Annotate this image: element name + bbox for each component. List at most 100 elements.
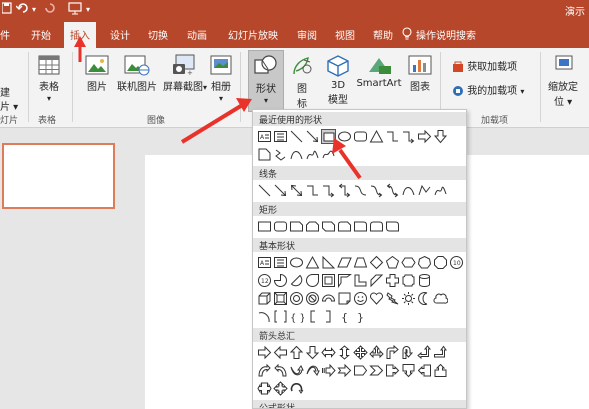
smiley-face-shape[interactable] — [353, 291, 368, 306]
photo-album-button[interactable]: 相册 ▾ — [208, 54, 234, 104]
up-arrow-shape[interactable] — [289, 345, 304, 360]
new-slide-dropdown[interactable]: 片 ▾ — [0, 98, 18, 113]
no-symbol-shape[interactable] — [305, 291, 320, 306]
donut-shape[interactable] — [289, 291, 304, 306]
decagon-shape[interactable]: 10 — [449, 255, 464, 270]
trapezoid-shape[interactable] — [353, 255, 368, 270]
tab-slideshow[interactable]: 幻灯片放映 — [228, 27, 278, 42]
tab-home[interactable]: 开始 — [31, 27, 51, 42]
quad-arrow-shape[interactable] — [353, 345, 368, 360]
textbox-shape[interactable]: A — [257, 255, 272, 270]
left-right-arrow-shape[interactable] — [321, 345, 336, 360]
smartart-button[interactable]: SmartArt — [356, 54, 402, 89]
folded-corner-shape[interactable] — [337, 291, 352, 306]
freeform-shape[interactable] — [417, 183, 432, 198]
my-addins-button[interactable]: 我的加载项 ▾ — [452, 82, 524, 97]
elbow-arrow-connector-shape[interactable] — [401, 129, 416, 144]
tab-animations[interactable]: 动画 — [187, 27, 207, 42]
shapes-button[interactable]: 形状 ▾ — [250, 54, 282, 106]
cross-shape[interactable] — [385, 273, 400, 288]
elbow-double-arrow-shape[interactable] — [337, 183, 352, 198]
oval-shape[interactable] — [289, 255, 304, 270]
table-button[interactable]: 表格 ▾ — [36, 54, 62, 104]
oval-shape[interactable] — [337, 129, 352, 144]
arrow-line-shape[interactable] — [273, 183, 288, 198]
vertical-textbox-shape[interactable] — [273, 129, 288, 144]
new-slide-button[interactable]: 建 — [0, 84, 10, 99]
cloud-shape[interactable] — [433, 291, 448, 306]
bevel-shape[interactable] — [273, 291, 288, 306]
vertical-textbox-shape[interactable] — [273, 255, 288, 270]
right-arrow-callout-shape[interactable] — [385, 363, 400, 378]
screenshot-button[interactable]: + 屏幕截图▾ — [163, 54, 207, 93]
left-arrow-callout-shape[interactable] — [417, 363, 432, 378]
right-bracket-shape[interactable] — [321, 309, 336, 324]
hexagon-shape[interactable] — [401, 255, 416, 270]
snip-same-side-shape[interactable] — [305, 219, 320, 234]
slide-thumbnail[interactable] — [2, 143, 115, 209]
scribble-shape[interactable] — [305, 147, 320, 162]
tab-file[interactable]: 件 — [0, 27, 10, 42]
tab-design[interactable]: 设计 — [110, 27, 130, 42]
chart-button[interactable]: 图表 — [408, 54, 432, 93]
plaque-shape[interactable] — [401, 273, 416, 288]
curved-double-arrow-shape[interactable] — [385, 183, 400, 198]
elbow-connector-shape[interactable] — [385, 129, 400, 144]
left-up-arrow-shape[interactable] — [417, 345, 432, 360]
snip-single-corner-shape[interactable] — [289, 219, 304, 234]
heptagon-shape[interactable] — [417, 255, 432, 270]
round-diagonal-shape[interactable] — [385, 219, 400, 234]
left-bracket-shape[interactable] — [305, 309, 320, 324]
left-arrow-shape[interactable] — [273, 345, 288, 360]
scribble-shape[interactable] — [433, 183, 448, 198]
curved-down-arrow-shape[interactable] — [305, 363, 320, 378]
pentagon-arrow-shape[interactable] — [353, 363, 368, 378]
snip-diagonal-shape[interactable] — [321, 219, 336, 234]
l-shape[interactable] — [353, 273, 368, 288]
rounded-rectangle-shape[interactable] — [273, 219, 288, 234]
teardrop-shape[interactable] — [305, 273, 320, 288]
right-triangle-shape[interactable] — [321, 255, 336, 270]
customize-qat-icon[interactable]: ▾ — [86, 5, 90, 14]
undo-dropdown-icon[interactable]: ▾ — [32, 5, 36, 14]
moon-shape[interactable] — [417, 291, 432, 306]
picture-button[interactable]: 图片 — [84, 54, 110, 93]
double-brace-shape[interactable]: { } — [289, 309, 304, 324]
zoom-button[interactable]: 缩放定 位 ▾ — [548, 54, 588, 108]
snip-rectangle-shape[interactable] — [257, 147, 272, 162]
curved-right-arrow-shape[interactable] — [257, 363, 272, 378]
tab-transitions[interactable]: 切换 — [148, 27, 168, 42]
u-turn-arrow-shape[interactable] — [401, 345, 416, 360]
bent-arrow-shape[interactable] — [385, 345, 400, 360]
block-arc-shape[interactable] — [321, 291, 336, 306]
pentagon-shape[interactable] — [385, 255, 400, 270]
snip-round-shape[interactable] — [337, 219, 352, 234]
up-arrow-callout-shape[interactable] — [433, 363, 448, 378]
arrow-line-shape[interactable] — [305, 129, 320, 144]
heart-shape[interactable] — [369, 291, 384, 306]
curved-arrow-connector-shape[interactable] — [369, 183, 384, 198]
can-shape[interactable] — [417, 273, 432, 288]
up-down-arrow-shape[interactable] — [337, 345, 352, 360]
right-arrow-shape[interactable] — [417, 129, 432, 144]
left-right-up-arrow-shape[interactable] — [369, 345, 384, 360]
quad-arrow-callout-shape[interactable] — [273, 381, 288, 396]
triangle-shape[interactable] — [305, 255, 320, 270]
present-from-start-icon[interactable] — [68, 2, 82, 18]
right-arrow-shape[interactable] — [257, 345, 272, 360]
frame-shape[interactable] — [321, 273, 336, 288]
double-arrow-line-shape[interactable] — [289, 183, 304, 198]
freeform-scribble-shape[interactable] — [321, 147, 336, 162]
rounded-rectangle-shape[interactable] — [353, 129, 368, 144]
dodecagon-shape[interactable]: 12 — [257, 273, 272, 288]
half-frame-shape[interactable] — [337, 273, 352, 288]
chord-shape[interactable] — [289, 273, 304, 288]
chevron-shape[interactable] — [369, 363, 384, 378]
sun-shape[interactable] — [401, 291, 416, 306]
rectangle-shape[interactable] — [257, 219, 272, 234]
curved-up-arrow-shape[interactable] — [289, 363, 304, 378]
curve-shape[interactable] — [401, 183, 416, 198]
round-single-corner-shape[interactable] — [353, 219, 368, 234]
undo-icon[interactable] — [15, 2, 30, 17]
notched-right-arrow-shape[interactable] — [337, 363, 352, 378]
